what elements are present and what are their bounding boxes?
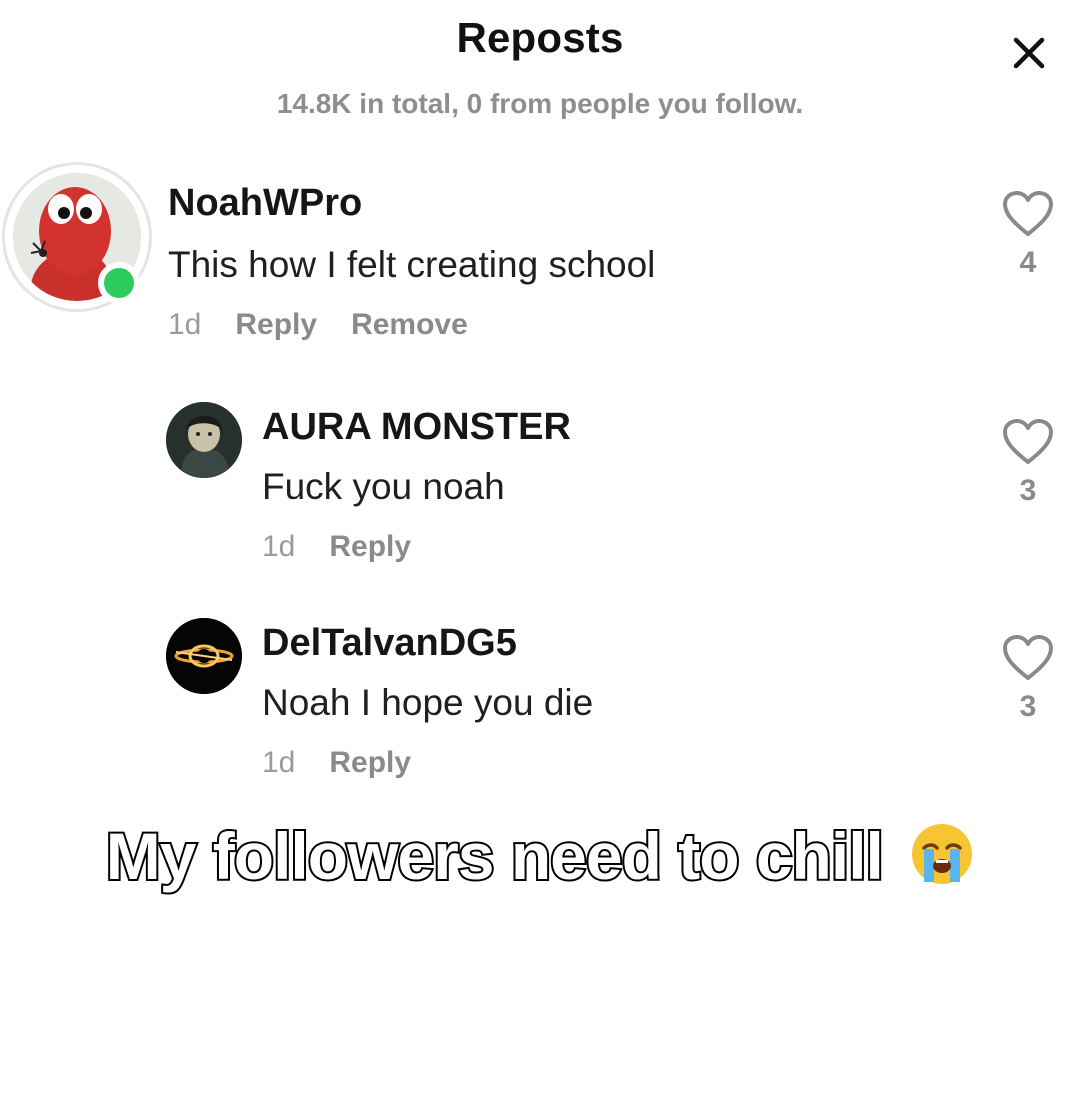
comment-username[interactable]: AURA MONSTER — [262, 406, 571, 449]
comment-item: NoahWPro This how I felt creating school… — [0, 160, 1080, 360]
overlay-caption: My followers need to chill — [0, 817, 1080, 901]
comment-item: DelTalvanDG5 Noah I hope you die 1d Repl… — [0, 616, 1080, 796]
reply-button[interactable]: Reply — [235, 308, 317, 342]
loudly-crying-face-icon — [910, 822, 974, 901]
comment-item: AURA MONSTER Fuck you noah 1d Reply 3 — [0, 400, 1080, 580]
comment-text: Fuck you noah — [262, 466, 505, 507]
avatar-image — [166, 402, 242, 478]
caption-text: My followers need to chill — [104, 817, 886, 895]
comment-meta: 1d Reply Remove — [168, 308, 468, 342]
comment-meta: 1d Reply — [262, 746, 411, 780]
comment-text: Noah I hope you die — [262, 682, 594, 723]
close-icon — [1013, 37, 1045, 69]
comment-username[interactable]: NoahWPro — [168, 182, 362, 225]
remove-button[interactable]: Remove — [351, 308, 468, 342]
close-button[interactable] — [1004, 28, 1054, 78]
comment-timestamp: 1d — [168, 308, 202, 341]
comment-timestamp: 1d — [262, 530, 296, 563]
repost-count-summary: 14.8K in total, 0 from people you follow… — [276, 88, 804, 119]
like-count: 4 — [1019, 246, 1037, 279]
like-button[interactable]: 3 — [993, 418, 1063, 508]
like-count: 3 — [1019, 690, 1037, 723]
like-button[interactable]: 4 — [993, 190, 1063, 280]
like-button[interactable]: 3 — [993, 634, 1063, 724]
avatar[interactable] — [166, 618, 242, 694]
reply-button[interactable]: Reply — [329, 530, 411, 564]
reposts-sheet: Reposts 14.8K in total, 0 from people yo… — [0, 0, 1080, 1120]
like-count: 3 — [1019, 474, 1037, 507]
heart-icon — [1003, 419, 1053, 464]
comment-timestamp: 1d — [262, 746, 296, 779]
sheet-title: Reposts — [456, 14, 624, 61]
online-status-dot — [98, 262, 140, 304]
avatar-image — [166, 618, 242, 694]
reply-button[interactable]: Reply — [329, 746, 411, 780]
comment-text: This how I felt creating school — [168, 244, 656, 285]
comment-meta: 1d Reply — [262, 530, 411, 564]
avatar[interactable] — [166, 402, 242, 478]
comment-username[interactable]: DelTalvanDG5 — [262, 622, 517, 665]
heart-icon — [1003, 191, 1053, 236]
heart-icon — [1003, 635, 1053, 680]
